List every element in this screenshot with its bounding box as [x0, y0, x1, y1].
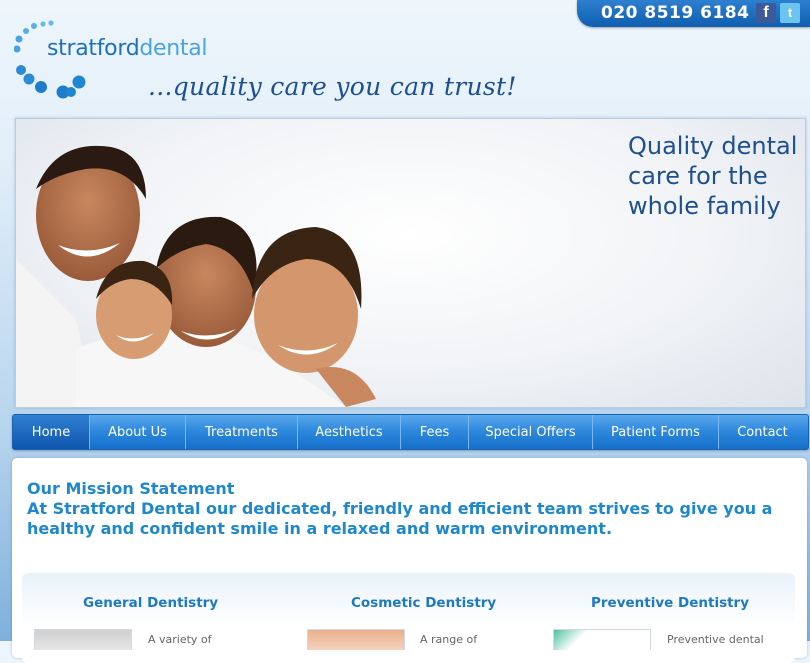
- service-thumb-cosmetic[interactable]: [307, 629, 405, 650]
- nav-patient-forms[interactable]: Patient Forms: [593, 415, 719, 449]
- main-nav: Home About Us Treatments Aesthetics Fees…: [12, 414, 809, 450]
- main-content: Our Mission Statement At Stratford Denta…: [12, 458, 807, 663]
- brand-name-part2: dental: [139, 36, 208, 61]
- tagline: ...quality care you can trust!: [148, 72, 517, 101]
- nav-fees[interactable]: Fees: [401, 415, 469, 449]
- service-snippet-cosmetic: A range of: [420, 633, 478, 646]
- nav-about-us[interactable]: About Us: [90, 415, 186, 449]
- hero-banner: Quality dental care for the whole family: [15, 118, 806, 408]
- phone-number[interactable]: 020 8519 6184: [601, 3, 749, 23]
- brand-name[interactable]: stratforddental: [47, 36, 208, 61]
- phone-bar: 020 8519 6184 f t: [577, 0, 810, 27]
- mission-title: Our Mission Statement: [27, 479, 235, 498]
- hero-headline: Quality dental care for the whole family: [628, 132, 798, 220]
- twitter-icon[interactable]: t: [780, 3, 800, 23]
- service-thumb-preventive[interactable]: [553, 629, 651, 650]
- service-snippet-general: A variety of: [148, 633, 212, 646]
- nav-contact[interactable]: Contact: [719, 415, 806, 449]
- services-panel: General Dentistry A variety of Cosmetic …: [22, 573, 795, 663]
- nav-treatments[interactable]: Treatments: [186, 415, 298, 449]
- service-title-cosmetic[interactable]: Cosmetic Dentistry: [351, 595, 496, 611]
- service-snippet-preventive: Preventive dental: [667, 633, 764, 646]
- brand-name-part1: stratford: [47, 36, 140, 61]
- nav-home[interactable]: Home: [13, 415, 90, 449]
- logo-dots-icon: [14, 20, 86, 99]
- service-thumb-general[interactable]: [34, 629, 132, 650]
- service-title-preventive[interactable]: Preventive Dentistry: [591, 595, 749, 611]
- nav-special-offers[interactable]: Special Offers: [469, 415, 593, 449]
- nav-aesthetics[interactable]: Aesthetics: [298, 415, 401, 449]
- service-title-general[interactable]: General Dentistry: [83, 595, 218, 611]
- facebook-icon[interactable]: f: [756, 3, 776, 23]
- family-photo: [16, 145, 376, 407]
- mission-text: At Stratford Dental our dedicated, frien…: [27, 499, 773, 538]
